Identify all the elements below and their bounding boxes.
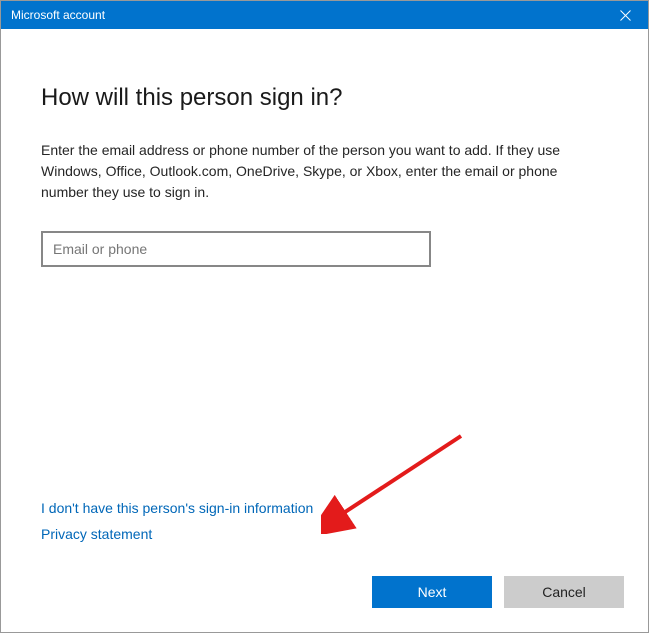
page-description: Enter the email address or phone number … — [41, 140, 601, 203]
privacy-statement-link[interactable]: Privacy statement — [41, 526, 152, 542]
window-title: Microsoft account — [11, 1, 105, 29]
next-button[interactable]: Next — [372, 576, 492, 608]
close-button[interactable] — [602, 1, 648, 29]
links-section: I don't have this person's sign-in infor… — [41, 500, 608, 552]
dialog-window: Microsoft account How will this person s… — [0, 0, 649, 633]
close-icon — [620, 10, 631, 21]
email-phone-input[interactable] — [41, 231, 431, 267]
spacer — [41, 267, 608, 500]
dialog-footer: Next Cancel — [1, 576, 648, 632]
title-bar: Microsoft account — [1, 1, 648, 29]
dialog-content: How will this person sign in? Enter the … — [1, 29, 648, 632]
cancel-button[interactable]: Cancel — [504, 576, 624, 608]
page-heading: How will this person sign in? — [41, 84, 608, 112]
no-signin-info-link[interactable]: I don't have this person's sign-in infor… — [41, 500, 313, 516]
